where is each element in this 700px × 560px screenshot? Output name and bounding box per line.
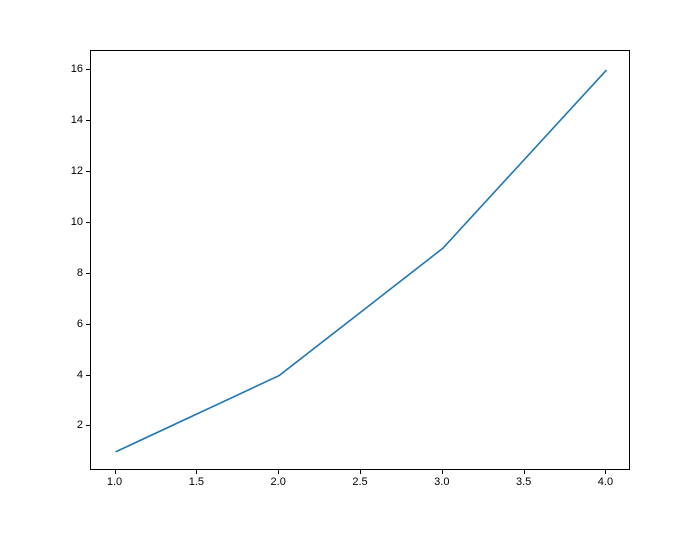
- y-tick-mark: [86, 425, 90, 426]
- y-tick-mark: [86, 120, 90, 121]
- y-tick-label: 14: [53, 114, 83, 126]
- chart-container: 1.0 1.5 2.0 2.5 3.0 3.5 4.0 2 4 6 8 10 12 14 16: [0, 0, 700, 560]
- x-tick-label: 2.5: [352, 476, 367, 488]
- y-tick-label: 10: [53, 216, 83, 228]
- x-tick-label: 3.5: [516, 476, 531, 488]
- x-tick-label: 2.0: [271, 476, 286, 488]
- y-tick-label: 16: [53, 63, 83, 75]
- y-tick-label: 4: [53, 369, 83, 381]
- x-tick-mark: [442, 470, 443, 474]
- y-tick-label: 2: [53, 419, 83, 431]
- x-tick-mark: [196, 470, 197, 474]
- x-tick-mark: [115, 470, 116, 474]
- y-tick-mark: [86, 222, 90, 223]
- y-tick-label: 12: [53, 165, 83, 177]
- x-tick-label: 3.0: [434, 476, 449, 488]
- y-tick-mark: [86, 375, 90, 376]
- y-tick-mark: [86, 273, 90, 274]
- x-tick-label: 1.5: [189, 476, 204, 488]
- x-tick-mark: [278, 470, 279, 474]
- line-chart-svg: [91, 51, 631, 471]
- y-tick-mark: [86, 324, 90, 325]
- y-tick-label: 6: [53, 318, 83, 330]
- x-tick-mark: [524, 470, 525, 474]
- x-tick-label: 1.0: [107, 476, 122, 488]
- y-tick-label: 8: [53, 267, 83, 279]
- y-tick-mark: [86, 69, 90, 70]
- x-tick-mark: [605, 470, 606, 474]
- y-tick-mark: [86, 171, 90, 172]
- plot-area: [90, 50, 630, 470]
- x-tick-label: 4.0: [598, 476, 613, 488]
- x-tick-mark: [360, 470, 361, 474]
- data-line: [116, 70, 607, 452]
